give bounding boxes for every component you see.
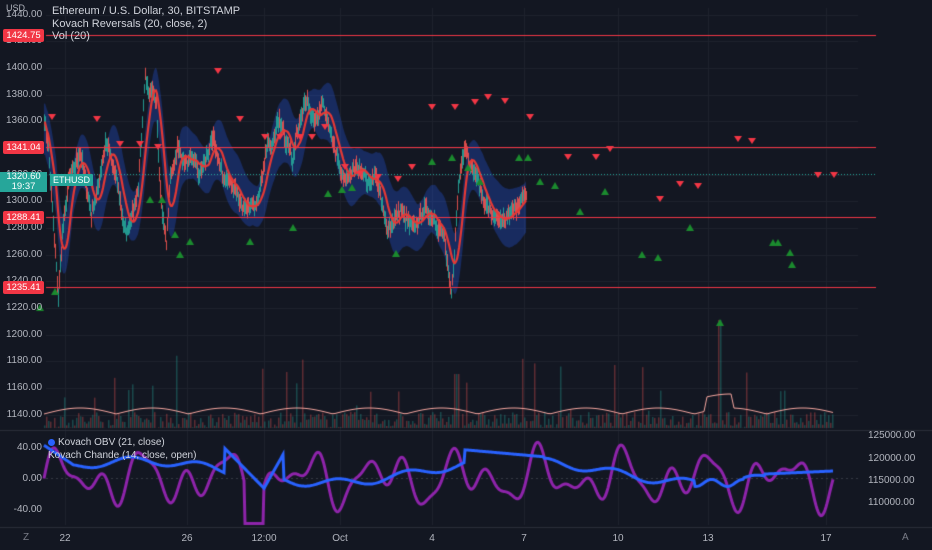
chande-tick-label: 0.00 [22, 472, 42, 484]
price-tick-label: 1440.00 [6, 8, 43, 20]
time-tick-label: 7 [521, 533, 527, 544]
chart-title: Ethereum / U.S. Dollar, 30, BITSTAMP [52, 5, 241, 17]
price-tick-label: 1400.00 [6, 62, 43, 73]
indicator-volume[interactable]: Vol (20) [52, 30, 90, 42]
price-tick-label: 1140.00 [6, 408, 42, 420]
price-tick-label: 1160.00 [6, 382, 42, 393]
obv-legend[interactable]: Kovach OBV (21, close) [48, 437, 165, 448]
time-tick-label: 10 [612, 533, 624, 544]
level-tag: 1424.75 [3, 29, 44, 42]
symbol-tag: ETHUSD [50, 174, 94, 186]
obv-legend-label: Kovach OBV (21, close) [58, 437, 165, 448]
indicator-kovach-reversals[interactable]: Kovach Reversals (20, close, 2) [52, 18, 207, 30]
obv-color-dot [48, 438, 55, 446]
obv-tick-label: 115000.00 [868, 474, 915, 486]
time-tick-label: 13 [702, 533, 714, 544]
price-tick-label: 1300.00 [6, 195, 43, 207]
price-tick-label: 1360.00 [6, 115, 43, 127]
time-tick-label: 17 [820, 533, 832, 544]
auto-scale-button[interactable]: A [902, 532, 909, 543]
time-tick-label: 4 [429, 533, 435, 544]
chande-legend-label: Kovach Chande (14, close, open) [48, 450, 197, 461]
time-tick-label: 22 [59, 533, 71, 544]
time-tick-label: Oct [332, 533, 348, 544]
chande-tick-label: 40.00 [16, 441, 42, 453]
price-tick-label: 1220.00 [6, 302, 43, 313]
bar-countdown: 19:37 [11, 181, 36, 192]
obv-tick-label: 125000.00 [868, 430, 916, 442]
price-tick-label: 1380.00 [6, 88, 43, 100]
chande-tick-label: -40.00 [13, 503, 42, 515]
current-price-tag: 1320.60 19:37 [0, 172, 47, 192]
price-tick-label: 1260.00 [6, 248, 43, 260]
level-tag: 1235.41 [3, 281, 44, 295]
time-tick-label: 26 [181, 533, 193, 544]
time-tick-label: 12:00 [251, 533, 277, 544]
level-tag: 1288.41 [3, 210, 44, 224]
level-tag: 1341.04 [3, 140, 44, 154]
obv-tick-label: 120000.00 [868, 452, 916, 464]
timezone-button[interactable]: Z [23, 532, 29, 543]
price-tick-label: 1180.00 [6, 355, 42, 367]
price-chart-canvas[interactable] [0, 0, 932, 550]
chande-legend[interactable]: Kovach Chande (14, close, open) [48, 450, 196, 461]
price-tick-label: 1200.00 [6, 328, 43, 340]
obv-tick-label: 110000.00 [868, 496, 915, 508]
